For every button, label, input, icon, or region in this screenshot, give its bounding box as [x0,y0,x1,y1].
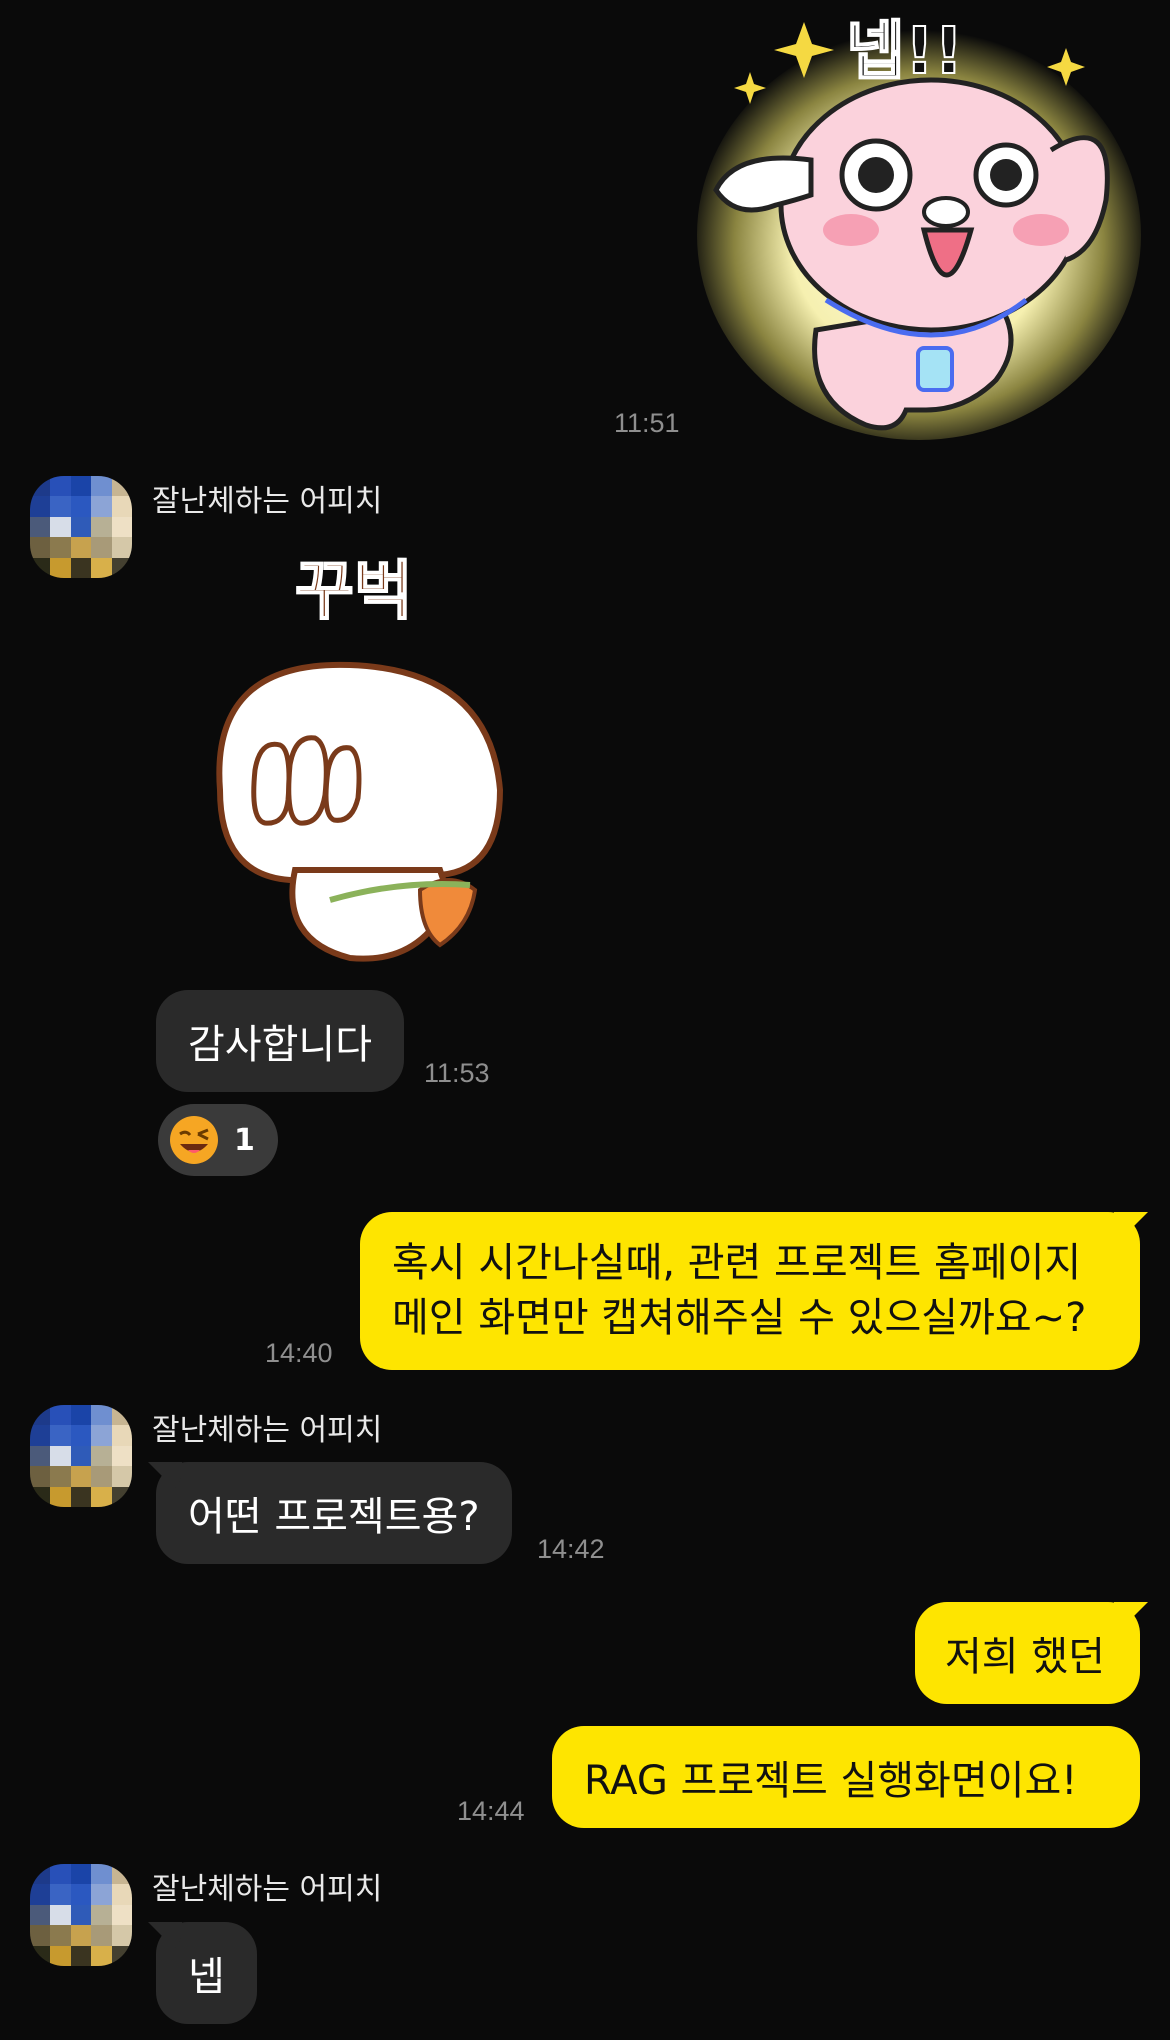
message-text: 넵 [188,1954,225,2000]
message-bubble[interactable]: RAG 프로젝트 실행화면이요! [552,1726,1140,1828]
message-text: RAG 프로젝트 실행화면이요! [584,1758,1078,1804]
avatar[interactable] [30,1864,132,1966]
laughing-face-icon [170,1116,218,1164]
message-text-line: 혹시 시간나실때, 관련 프로젝트 홈페이지 [392,1240,1082,1286]
message-time: 11:51 [614,408,680,438]
avatar[interactable] [30,476,132,578]
message-bubble[interactable]: 저희 했던 [915,1602,1140,1704]
reaction-badge[interactable]: 1 [158,1104,278,1176]
message-time: 14:42 [537,1534,605,1564]
sender-name: 잘난체하는 어피치 [152,1872,383,1907]
sticker-bow[interactable]: 꾸벅 [200,540,520,970]
reaction-count: 1 [234,1122,255,1158]
message-time: 14:44 [457,1796,525,1826]
message-time: 14:40 [265,1338,333,1368]
message-text: 감사합니다 [188,1022,372,1068]
sticker-nep[interactable]: 넵!! [696,0,1142,440]
sticker-caption: 넵!! [845,14,964,90]
sticker-caption: 꾸벅 [294,554,414,630]
message-bubble[interactable]: 넵 [156,1922,257,2024]
message-text: 어떤 프로젝트용? [188,1494,480,1540]
message-bubble[interactable]: 혹시 시간나실때, 관련 프로젝트 홈페이지 메인 화면만 캡쳐해주실 수 있으… [360,1212,1140,1370]
message-bubble[interactable]: 어떤 프로젝트용? [156,1462,512,1564]
message-bubble[interactable]: 감사합니다 [156,990,404,1092]
sender-name: 잘난체하는 어피치 [152,484,383,519]
avatar[interactable] [30,1405,132,1507]
message-text: 저희 했던 [945,1634,1105,1680]
message-text-line: 메인 화면만 캡쳐해주실 수 있으실까요~? [392,1295,1087,1341]
message-time: 11:53 [424,1058,490,1088]
sender-name: 잘난체하는 어피치 [152,1413,383,1448]
